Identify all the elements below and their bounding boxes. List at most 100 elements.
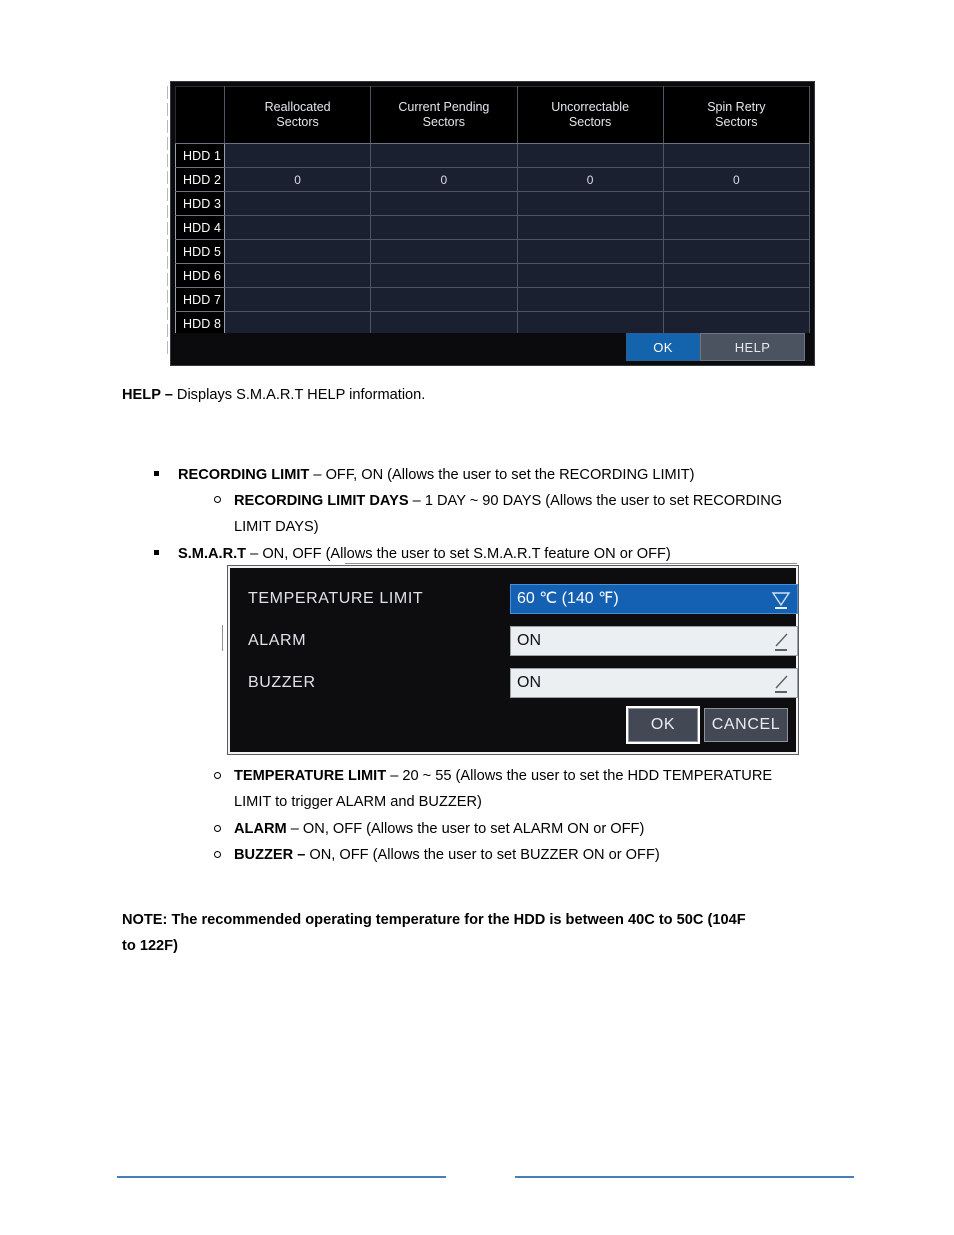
chevron-down-icon <box>770 589 792 611</box>
list-item-label: BUZZER – <box>234 847 306 863</box>
row-label-hdd-1: HDD 1 <box>175 143 225 168</box>
cell-current-pending <box>370 191 518 216</box>
cell-current-pending <box>370 143 518 168</box>
alarm-value: ON <box>517 632 541 649</box>
cell-uncorrectable <box>516 239 664 264</box>
header-line-1: Reallocated <box>264 100 331 114</box>
list-item-label: RECORDING LIMIT <box>178 467 310 483</box>
cell-reallocated <box>223 239 372 264</box>
header-line-1: Uncorrectable <box>551 100 630 114</box>
cell-uncorrectable <box>516 143 664 168</box>
table-header-row: Reallocated Sectors Current Pending Sect… <box>175 86 811 144</box>
alarm-dropdown[interactable]: ON <box>510 626 798 656</box>
help-button[interactable]: HELP <box>700 333 805 361</box>
header-line-2: Sectors <box>568 115 612 129</box>
screenshot-top-edge-artifact <box>345 563 797 564</box>
table-row: HDD 8 <box>175 311 811 336</box>
list-item-label: ALARM <box>234 821 287 837</box>
list-item-temperature-limit-line2: LIMIT to trigger ALARM and BUZZER) <box>234 794 482 810</box>
smart-sectors-table: Reallocated Sectors Current Pending Sect… <box>175 86 811 336</box>
help-text: Displays S.M.A.R.T HELP information. <box>172 387 426 403</box>
list-item-temperature-limit-line1: TEMPERATURE LIMIT – 20 ~ 55 (Allows the … <box>234 763 772 789</box>
note-line-1: NOTE: The recommended operating temperat… <box>122 912 746 928</box>
table-row: HDD 6 <box>175 263 811 288</box>
cell-reallocated <box>223 263 372 288</box>
help-label: HELP – <box>122 387 173 403</box>
cell-reallocated <box>223 191 372 216</box>
cell-spin-retry <box>662 143 811 168</box>
cell-current-pending <box>370 287 518 312</box>
footer-rule-left <box>117 1176 446 1178</box>
screenshot-left-edge-artifact <box>167 86 168 358</box>
cell-current-pending <box>370 215 518 240</box>
temperature-limit-value: 60 ℃ (140 ℉) <box>517 590 619 607</box>
table-row: HDD 2 0 0 0 0 <box>175 167 811 192</box>
cell-uncorrectable <box>516 263 664 288</box>
footer-rule-right <box>515 1176 854 1178</box>
list-item-text: – 20 ~ 55 (Allows the user to set the HD… <box>386 768 773 784</box>
cell-spin-retry <box>662 263 811 288</box>
buzzer-label: BUZZER <box>248 674 316 691</box>
cell-uncorrectable <box>516 311 664 336</box>
bullet-square-icon <box>154 471 159 476</box>
row-label-hdd-3: HDD 3 <box>175 191 225 216</box>
cell-spin-retry: 0 <box>662 167 811 192</box>
cell-current-pending <box>370 239 518 264</box>
bullet-circle-icon <box>214 496 221 503</box>
chevron-down-icon <box>770 631 792 653</box>
temperature-limit-dropdown[interactable]: 60 ℃ (140 ℉) <box>510 584 798 614</box>
column-header-uncorrectable-sectors: Uncorrectable Sectors <box>516 86 664 144</box>
cell-reallocated <box>223 215 372 240</box>
list-item-label: TEMPERATURE LIMIT <box>234 768 387 784</box>
table-row: HDD 4 <box>175 215 811 240</box>
ok-button[interactable]: OK <box>626 706 700 744</box>
cell-reallocated <box>223 143 372 168</box>
bullet-circle-icon <box>214 825 221 832</box>
cell-spin-retry <box>662 215 811 240</box>
list-item-recording-limit: RECORDING LIMIT – OFF, ON (Allows the us… <box>178 462 695 488</box>
temperature-limit-label: TEMPERATURE LIMIT <box>248 590 424 607</box>
header-line-2: Sectors <box>276 115 319 129</box>
cell-uncorrectable: 0 <box>516 167 664 192</box>
list-item-label: RECORDING LIMIT DAYS <box>234 493 409 509</box>
cell-spin-retry <box>662 191 811 216</box>
table-header: Reallocated Sectors Current Pending Sect… <box>175 86 811 144</box>
header-line-1: Current Pending <box>398 100 490 114</box>
list-item-recording-limit-days-line2: LIMIT DAYS) <box>234 519 319 535</box>
bullet-circle-icon <box>214 851 221 858</box>
table-row: HDD 1 <box>175 143 811 168</box>
cancel-button[interactable]: CANCEL <box>704 708 788 742</box>
table-row: HDD 3 <box>175 191 811 216</box>
row-label-hdd-2: HDD 2 <box>175 167 225 192</box>
buzzer-value: ON <box>517 674 541 691</box>
column-header-reallocated-sectors: Reallocated Sectors <box>223 86 372 144</box>
buzzer-row: BUZZER ON <box>240 668 798 698</box>
alarm-label: ALARM <box>248 632 307 649</box>
cell-current-pending <box>370 311 518 336</box>
cell-uncorrectable <box>516 191 664 216</box>
list-item-text: – OFF, ON (Allows the user to set the RE… <box>309 467 695 483</box>
table-row: HDD 7 <box>175 287 811 312</box>
buzzer-dropdown[interactable]: ON <box>510 668 798 698</box>
cell-current-pending <box>370 263 518 288</box>
ok-button[interactable]: OK <box>626 333 700 361</box>
cell-uncorrectable <box>516 215 664 240</box>
table-row: HDD 5 <box>175 239 811 264</box>
note-paragraph: NOTE: The recommended operating temperat… <box>122 907 862 959</box>
cell-reallocated: 0 <box>223 167 372 192</box>
cell-spin-retry <box>662 239 811 264</box>
cell-reallocated <box>223 287 372 312</box>
bullet-square-icon <box>154 550 159 555</box>
temperature-limit-row: TEMPERATURE LIMIT 60 ℃ (140 ℉) <box>240 584 798 614</box>
column-header-spin-retry-sectors: Spin Retry Sectors <box>662 86 811 144</box>
row-label-hdd-7: HDD 7 <box>175 287 225 312</box>
header-line-1: Spin Retry <box>707 100 766 114</box>
list-item-buzzer: BUZZER – ON, OFF (Allows the user to set… <box>234 842 660 868</box>
column-header-current-pending-sectors: Current Pending Sectors <box>370 86 518 144</box>
list-item-text: – 1 DAY ~ 90 DAYS (Allows the user to se… <box>408 493 783 509</box>
cell-current-pending: 0 <box>370 167 518 192</box>
list-item-text: – ON, OFF (Allows the user to set ALARM … <box>286 821 645 837</box>
cell-spin-retry <box>662 311 811 336</box>
header-line-2: Sectors <box>422 115 466 129</box>
cell-spin-retry <box>662 287 811 312</box>
